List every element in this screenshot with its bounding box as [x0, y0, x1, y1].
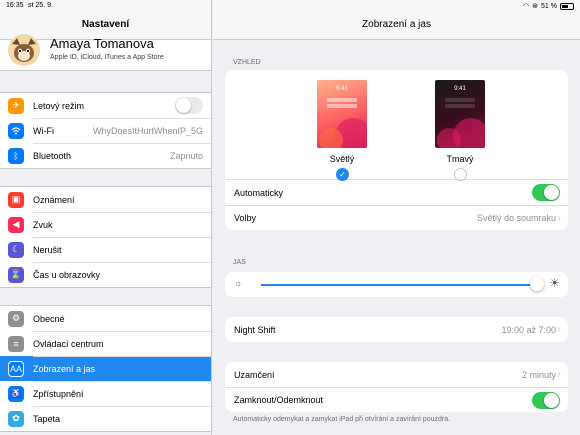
- wallpaper-icon: ✿: [8, 410, 24, 427]
- sun-small-icon: ☼: [234, 278, 243, 288]
- brightness-slider-track[interactable]: [261, 284, 537, 286]
- sidebar-item-accessibility[interactable]: ♿ Zpřístupnění: [0, 381, 211, 406]
- lock-unlock-toggle[interactable]: [532, 391, 560, 409]
- appearance-picker: 9:41 Světlý ✓ 9:41 Tmavý: [225, 70, 568, 181]
- avatar: [8, 34, 40, 66]
- profile-name: Amaya Tomanova: [50, 36, 154, 51]
- lock-card: Uzamčení 2 minuty › Zamknout/Odemknout: [225, 362, 568, 412]
- chevron-right-icon: ›: [557, 324, 561, 335]
- sidebar-item-label: Letový režim: [33, 100, 85, 111]
- lock-unlock-row: Zamknout/Odemknout: [225, 387, 568, 412]
- sidebar-item-label: Wi-Fi: [33, 125, 54, 136]
- sidebar-item-label: Zvuk: [33, 219, 53, 230]
- main-panel: Zobrazení a jas VZHLED 9:41 Světlý ✓ 9:4…: [213, 0, 580, 435]
- options-label: Volby: [234, 213, 257, 223]
- brightness-section-label: JAS: [233, 259, 246, 266]
- dark-label: Tmavý: [446, 154, 474, 164]
- sidebar-item-bluetooth[interactable]: ᛒ Bluetooth Zapnuto: [0, 143, 211, 168]
- bluetooth-value: Zapnuto: [169, 150, 203, 161]
- notifications-icon: ▣: [8, 191, 24, 208]
- status-date: st 25. 9.: [28, 2, 53, 9]
- night-shift-card: Night Shift 19:00 až 7:00 ›: [225, 317, 568, 342]
- automatic-label: Automaticky: [234, 187, 284, 198]
- sidebar-item-sound[interactable]: ◀ Zvuk: [0, 212, 211, 237]
- sidebar-item-label: Zpřístupnění: [33, 388, 84, 399]
- wifi-network-value: WhyDoesItHurtWhenIP_5G: [92, 125, 203, 136]
- sidebar-item-wallpaper[interactable]: ✿ Tapeta: [0, 406, 211, 431]
- sidebar-item-label: Obecné: [33, 313, 65, 324]
- hourglass-icon: ⌛: [8, 266, 24, 283]
- sidebar-item-label: Zobrazení a jas: [33, 363, 96, 374]
- moon-icon: ☾: [8, 241, 24, 258]
- sidebar-item-label: Nerušit: [33, 244, 62, 255]
- sidebar-group-general: ⚙ Obecné ≡ Ovládací centrum AA Zobrazení…: [0, 305, 211, 432]
- lock-footnote: Automaticky odemykat a zamykat iPad při …: [233, 416, 451, 423]
- appearance-section-label: VZHLED: [233, 59, 261, 66]
- sidebar-item-general[interactable]: ⚙ Obecné: [0, 306, 211, 331]
- sidebar-group-connectivity: ✈ Letový režim Wi-Fi WhyDoesItHurtWhenIP…: [0, 92, 211, 169]
- wifi-status-icon: ◠: [523, 3, 530, 10]
- auto-lock-row[interactable]: Uzamčení 2 minuty ›: [225, 362, 568, 387]
- gear-icon: ⚙: [8, 310, 24, 327]
- accessibility-icon: ♿: [8, 385, 24, 402]
- brightness-card: ☼ ☀: [225, 272, 568, 297]
- sidebar-item-wifi[interactable]: Wi-Fi WhyDoesItHurtWhenIP_5G: [0, 118, 211, 143]
- profile-subtitle: Apple ID, iCloud, iTunes a App Store: [50, 54, 164, 61]
- chevron-right-icon: ›: [557, 212, 561, 224]
- sidebar-item-display-brightness[interactable]: AA Zobrazení a jas: [0, 356, 211, 381]
- night-shift-label: Night Shift: [234, 324, 276, 335]
- sidebar-item-label: Ovládací centrum: [33, 338, 104, 349]
- appearance-card: 9:41 Světlý ✓ 9:41 Tmavý Automaticky Vol…: [225, 70, 568, 230]
- lock-rotation-icon: ⊛: [532, 3, 539, 10]
- sidebar-group-notifications: ▣ Oznámení ◀ Zvuk ☾ Nerušit ⌛ Čas u obra…: [0, 186, 211, 288]
- sidebar-item-label: Tapeta: [33, 413, 61, 424]
- sidebar-item-label: Oznámení: [33, 194, 75, 205]
- battery-icon: [560, 2, 574, 10]
- options-value: Světlý do soumraku: [476, 213, 556, 223]
- battery-percent: 51 %: [541, 2, 557, 10]
- auto-lock-label: Uzamčení: [234, 369, 275, 380]
- light-label: Světlý: [329, 154, 355, 164]
- status-bar: 16:35 st 25. 9. ◠ ⊛ 51 %: [0, 0, 580, 12]
- dark-preview[interactable]: 9:41: [435, 80, 485, 148]
- profile-row[interactable]: Amaya Tomanova Apple ID, iCloud, iTunes …: [0, 34, 211, 71]
- sun-large-icon: ☀: [549, 276, 560, 290]
- sidebar-item-notifications[interactable]: ▣ Oznámení: [0, 187, 211, 212]
- light-preview[interactable]: 9:41: [317, 80, 367, 148]
- sidebar-item-control-center[interactable]: ≡ Ovládací centrum: [0, 331, 211, 356]
- automatic-toggle[interactable]: [532, 184, 560, 201]
- status-time: 16:35: [6, 2, 24, 9]
- sidebar-item-label: Bluetooth: [33, 150, 72, 161]
- options-row[interactable]: Volby Světlý do soumraku ›: [225, 205, 568, 230]
- night-shift-value: 19:00 až 7:00: [501, 324, 556, 335]
- wifi-icon: [8, 122, 24, 139]
- sidebar: Nastavení Amaya Tomanova Apple ID, iClou…: [0, 0, 212, 435]
- display-icon: AA: [8, 360, 24, 377]
- auto-lock-value: 2 minuty: [521, 369, 556, 380]
- sidebar-item-screen-time[interactable]: ⌛ Čas u obrazovky: [0, 262, 211, 287]
- lock-unlock-label: Zamknout/Odemknout: [234, 395, 324, 405]
- chevron-right-icon: ›: [557, 369, 561, 380]
- sidebar-item-label: Čas u obrazovky: [33, 269, 101, 280]
- bluetooth-icon: ᛒ: [8, 147, 24, 164]
- switches-icon: ≡: [8, 335, 24, 352]
- sidebar-item-do-not-disturb[interactable]: ☾ Nerušit: [0, 237, 211, 262]
- airplane-icon: ✈: [8, 97, 24, 114]
- airplane-toggle[interactable]: [175, 97, 203, 114]
- brightness-slider-thumb[interactable]: [530, 277, 544, 291]
- night-shift-row[interactable]: Night Shift 19:00 až 7:00 ›: [225, 317, 568, 342]
- sidebar-item-airplane[interactable]: ✈ Letový režim: [0, 93, 211, 118]
- sound-icon: ◀: [8, 216, 24, 233]
- status-right: ◠ ⊛ 51 %: [523, 2, 574, 10]
- automatic-row: Automaticky: [225, 180, 568, 205]
